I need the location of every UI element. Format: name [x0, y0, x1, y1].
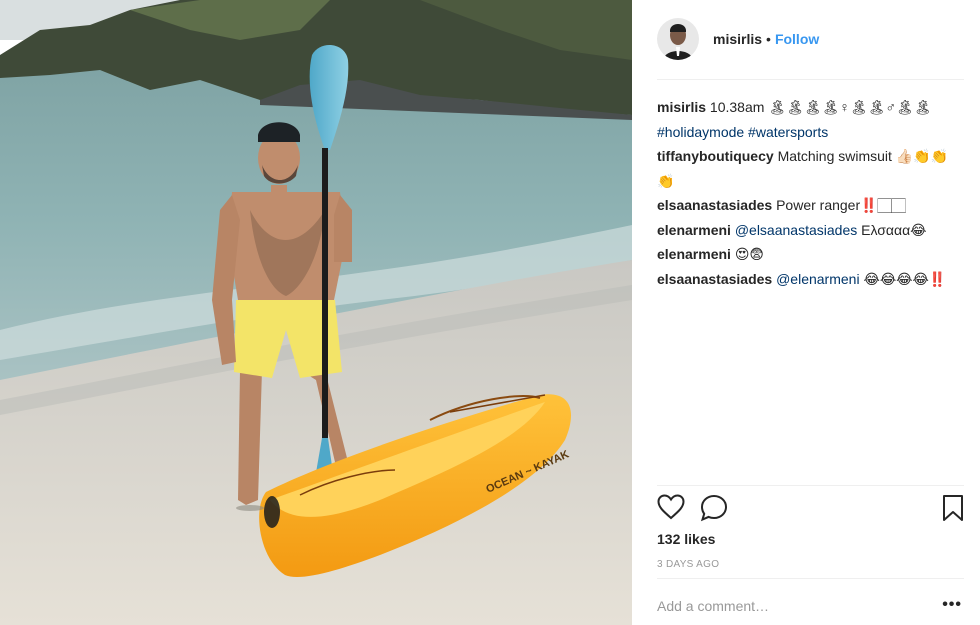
likes-count[interactable]: 132 likes — [657, 531, 715, 547]
post-timestamp: 3 DAYS AGO — [657, 559, 720, 570]
actions-divider — [657, 485, 964, 486]
comment-text: Power ranger‼️🏻🏻 — [776, 197, 906, 213]
comment-item: elenarmeni @elsaanastasiades Ελσααα😂 — [657, 218, 964, 243]
post-panel: misirlis • Follow misirlis 10.38am 🏝🏝🏝🏝♀… — [640, 0, 970, 625]
follow-button[interactable]: Follow — [775, 31, 819, 47]
comment-user[interactable]: elenarmeni — [657, 222, 731, 238]
comment-text: 😂😂😂😂‼️ — [863, 270, 947, 287]
comment-caption: misirlis 10.38am 🏝🏝🏝🏝♀🏝🏝♂🏝🏝 #holidaymode… — [657, 95, 964, 144]
comment-user[interactable]: elenarmeni — [657, 246, 731, 262]
header-divider — [657, 79, 964, 80]
comment-box-divider — [657, 578, 964, 579]
comment-item: elsaanastasiades @elenarmeni 😂😂😂😂‼️ — [657, 267, 964, 292]
comment-text: 10.38am 🏝🏝🏝🏝♀🏝🏝♂🏝🏝 — [709, 99, 932, 115]
post-photo[interactable]: OCEAN ~ KAYAK — [0, 0, 632, 625]
comment-item: elenarmeni 😍😨 — [657, 242, 964, 267]
add-comment-input[interactable]: Add a comment… — [657, 598, 769, 614]
comment-item: tiffanyboutiquecy Matching swimsuit 👍🏻👏👏… — [657, 144, 964, 193]
bookmark-icon[interactable] — [942, 494, 964, 525]
comment-item: elsaanastasiades Power ranger‼️🏻🏻 — [657, 193, 964, 218]
more-options-button[interactable]: ••• — [942, 596, 962, 614]
separator-dot: • — [766, 31, 771, 47]
comment-user[interactable]: elsaanastasiades — [657, 271, 772, 287]
avatar[interactable] — [657, 18, 699, 60]
comments-list: misirlis 10.38am 🏝🏝🏝🏝♀🏝🏝♂🏝🏝 #holidaymode… — [657, 95, 964, 291]
post-author-username[interactable]: misirlis — [713, 31, 762, 47]
beach-photo: OCEAN ~ KAYAK — [0, 0, 632, 625]
comment-mention[interactable]: @elsaanastasiades — [735, 222, 857, 238]
hashtags[interactable]: #holidaymode #watersports — [657, 124, 828, 140]
post-header: misirlis • Follow — [657, 17, 964, 61]
comment-user[interactable]: misirlis — [657, 99, 706, 115]
heart-icon[interactable] — [657, 494, 685, 523]
comment-user[interactable]: tiffanyboutiquecy — [657, 148, 774, 164]
action-bar — [657, 494, 964, 524]
comment-mention[interactable]: @elenarmeni — [776, 271, 859, 287]
comment-user[interactable]: elsaanastasiades — [657, 197, 772, 213]
comment-icon[interactable] — [700, 494, 728, 525]
comment-text: Ελσααα😂 — [861, 221, 927, 238]
comment-text: 😍😨 — [734, 246, 765, 262]
